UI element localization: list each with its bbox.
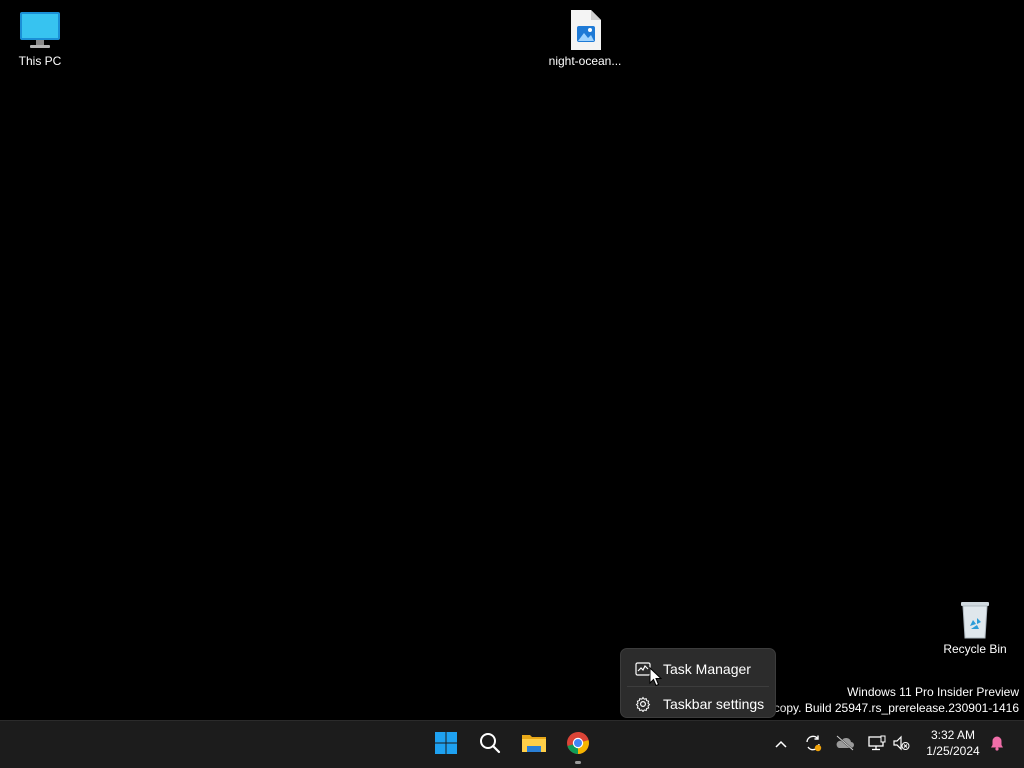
desktop-icon-label: Recycle Bin — [943, 642, 1007, 656]
taskbar: 3:32 AM 1/25/2024 — [0, 720, 1024, 768]
search-icon — [479, 732, 501, 759]
menu-item-taskbar-settings[interactable]: Taskbar settings — [625, 689, 771, 719]
desktop-icon-label: This PC — [18, 54, 62, 68]
search-button[interactable] — [470, 725, 510, 765]
task-manager-icon — [635, 661, 651, 677]
recycle-bin-icon — [953, 596, 997, 640]
menu-item-label: Taskbar settings — [663, 696, 765, 712]
monitor-icon — [18, 8, 62, 52]
sync-tray-button[interactable] — [801, 733, 825, 757]
network-icon — [868, 735, 886, 756]
chrome-button[interactable] — [558, 725, 598, 765]
volume-tray-button[interactable] — [889, 733, 913, 757]
clock-date: 1/25/2024 — [926, 744, 980, 758]
start-button[interactable] — [426, 725, 466, 765]
volume-muted-icon — [892, 735, 910, 756]
desktop[interactable]: This PC night-ocean... Recycle Bin Windo… — [0, 0, 1024, 720]
taskbar-context-menu: Task Manager Taskbar settings — [620, 648, 776, 718]
menu-item-label: Task Manager — [663, 661, 751, 677]
menu-item-task-manager[interactable]: Task Manager — [625, 654, 771, 684]
chrome-icon — [566, 731, 590, 760]
desktop-icon-recycle-bin[interactable]: Recycle Bin — [935, 596, 1015, 656]
bell-icon — [989, 735, 1005, 756]
running-indicator — [575, 761, 581, 764]
menu-separator — [627, 686, 769, 687]
gear-icon — [635, 696, 651, 712]
taskbar-clock[interactable]: 3:32 AM 1/25/2024 — [918, 727, 988, 759]
onedrive-offline-icon — [835, 734, 855, 756]
image-file-icon — [563, 8, 607, 52]
folder-icon — [521, 732, 547, 759]
desktop-icon-night-ocean[interactable]: night-ocean... — [545, 8, 625, 68]
network-tray-button[interactable] — [865, 733, 889, 757]
sync-icon — [804, 734, 822, 757]
windows-start-icon — [434, 731, 458, 760]
onedrive-tray-button[interactable] — [833, 733, 857, 757]
clock-time: 3:32 AM — [930, 728, 976, 742]
notification-button[interactable] — [985, 733, 1009, 757]
file-explorer-button[interactable] — [514, 725, 554, 765]
show-hidden-icons-button[interactable] — [769, 733, 793, 757]
chevron-up-icon — [774, 736, 788, 754]
desktop-icon-label: night-ocean... — [548, 54, 622, 68]
desktop-icon-this-pc[interactable]: This PC — [0, 8, 80, 68]
